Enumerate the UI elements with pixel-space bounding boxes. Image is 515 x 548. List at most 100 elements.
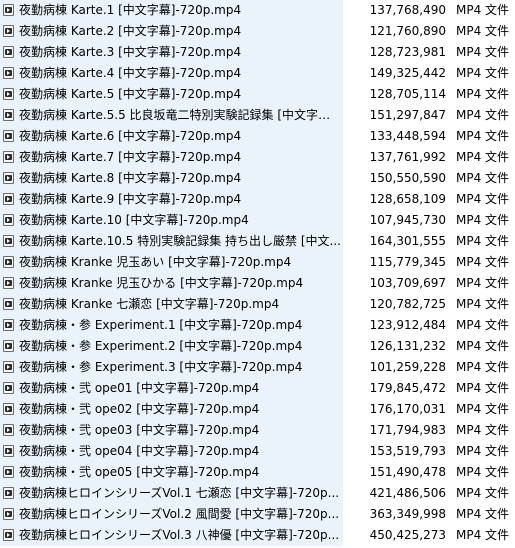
file-name: 夜勤病棟 Karte.8 [中文字幕]-720p.mp4	[19, 171, 242, 185]
name-cell: 夜勤病棟 Karte.9 [中文字幕]-720p.mp4	[0, 189, 343, 210]
file-row[interactable]: 夜勤病棟 Kranke 七瀬恋 [中文字幕]-720p.mp4 120,782,7…	[0, 294, 515, 315]
file-name: 夜勤病棟・参 Experiment.3 [中文字幕]-720p.mp4	[19, 360, 303, 374]
file-type: MP4 文件	[456, 486, 510, 500]
file-row[interactable]: 夜勤病棟 Karte.5 [中文字幕]-720p.mp4 128,705,114 M…	[0, 84, 515, 105]
file-type: MP4 文件	[456, 234, 510, 248]
file-type: MP4 文件	[456, 339, 510, 353]
file-row[interactable]: 夜勤病棟・弐 ope05 [中文字幕]-720p.mp4 151,490,478 M…	[0, 462, 515, 483]
name-cell: 夜勤病棟・弐 ope01 [中文字幕]-720p.mp4	[0, 378, 343, 399]
file-row[interactable]: 夜勤病棟・弐 ope01 [中文字幕]-720p.mp4 179,845,472 M…	[0, 378, 515, 399]
file-type: MP4 文件	[456, 402, 510, 416]
video-file-icon	[3, 529, 14, 541]
file-type: MP4 文件	[456, 192, 510, 206]
video-file-icon	[3, 67, 14, 79]
file-row[interactable]: 夜勤病棟・弐 ope03 [中文字幕]-720p.mp4 171,794,983 M…	[0, 420, 515, 441]
name-cell: 夜勤病棟 Karte.3 [中文字幕]-720p.mp4	[0, 42, 343, 63]
file-size: 115,779,345	[369, 255, 446, 269]
video-file-icon	[3, 193, 14, 205]
file-name: 夜勤病棟・参 Experiment.1 [中文字幕]-720p.mp4	[19, 318, 303, 332]
name-cell: 夜勤病棟・弐 ope05 [中文字幕]-720p.mp4	[0, 462, 343, 483]
file-row[interactable]: 夜勤病棟 Karte.6 [中文字幕]-720p.mp4 133,448,594 M…	[0, 126, 515, 147]
file-row[interactable]: 夜勤病棟ヒロインシリーズVol.1 七瀬恋 [中文字幕]-720p... 421,…	[0, 483, 515, 504]
file-name: 夜勤病棟 Karte.10.5 特別実験記録集 持ち出し厳禁 [中文...	[19, 234, 341, 248]
video-file-icon	[3, 382, 14, 394]
name-cell: 夜勤病棟 Karte.10 [中文字幕]-720p.mp4	[0, 210, 343, 231]
file-name: 夜勤病棟 Karte.1 [中文字幕]-720p.mp4	[19, 3, 242, 17]
video-file-icon	[3, 487, 14, 499]
name-cell: 夜勤病棟 Karte.6 [中文字幕]-720p.mp4	[0, 126, 343, 147]
name-cell: 夜勤病棟 Karte.5.5 比良坂竜二特別実験記録集 [中文字幕]...	[0, 105, 343, 126]
video-file-icon	[3, 298, 14, 310]
file-type: MP4 文件	[456, 507, 510, 521]
name-cell: 夜勤病棟 Kranke 七瀬恋 [中文字幕]-720p.mp4	[0, 294, 343, 315]
file-row[interactable]: 夜勤病棟 Karte.3 [中文字幕]-720p.mp4 128,723,981 M…	[0, 42, 515, 63]
file-name: 夜勤病棟・弐 ope02 [中文字幕]-720p.mp4	[19, 402, 260, 416]
file-type: MP4 文件	[456, 150, 510, 164]
video-file-icon	[3, 25, 14, 37]
file-size: 171,794,983	[369, 423, 446, 437]
file-type: MP4 文件	[456, 276, 510, 290]
file-size: 101,259,228	[369, 360, 446, 374]
file-name: 夜勤病棟 Karte.6 [中文字幕]-720p.mp4	[19, 129, 242, 143]
file-name: 夜勤病棟 Kranke 児玉あい [中文字幕]-720p.mp4	[19, 255, 292, 269]
file-row[interactable]: 夜勤病棟・弐 ope02 [中文字幕]-720p.mp4 176,170,031 M…	[0, 399, 515, 420]
video-file-icon	[3, 361, 14, 373]
file-type: MP4 文件	[456, 171, 510, 185]
video-file-icon	[3, 109, 14, 121]
file-row[interactable]: 夜勤病棟 Karte.1 [中文字幕]-720p.mp4 137,768,490 M…	[0, 0, 515, 21]
file-row[interactable]: 夜勤病棟ヒロインシリーズVol.3 八神優 [中文字幕]-720p... 450,…	[0, 525, 515, 546]
file-size: 128,705,114	[369, 87, 446, 101]
file-type: MP4 文件	[456, 213, 510, 227]
file-row[interactable]: 夜勤病棟 Kranke 児玉あい [中文字幕]-720p.mp4 115,779,…	[0, 252, 515, 273]
name-cell: 夜勤病棟 Karte.1 [中文字幕]-720p.mp4	[0, 0, 343, 21]
file-size: 149,325,442	[369, 66, 446, 80]
video-file-icon	[3, 466, 14, 478]
video-file-icon	[3, 4, 14, 16]
file-type: MP4 文件	[456, 108, 510, 122]
file-name: 夜勤病棟 Kranke 七瀬恋 [中文字幕]-720p.mp4	[19, 297, 280, 311]
file-type: MP4 文件	[456, 87, 510, 101]
video-file-icon	[3, 277, 14, 289]
file-row[interactable]: 夜勤病棟ヒロインシリーズVol.2 風間愛 [中文字幕]-720p... 363,…	[0, 504, 515, 525]
file-type: MP4 文件	[456, 528, 510, 542]
video-file-icon	[3, 445, 14, 457]
file-type: MP4 文件	[456, 360, 510, 374]
file-type: MP4 文件	[456, 423, 510, 437]
file-name: 夜勤病棟 Kranke 児玉ひかる [中文字幕]-720p.mp4	[19, 276, 304, 290]
file-name: 夜勤病棟 Karte.4 [中文字幕]-720p.mp4	[19, 66, 242, 80]
file-list: 夜勤病棟 Karte.1 [中文字幕]-720p.mp4 137,768,490 M…	[0, 0, 515, 548]
file-row[interactable]: 夜勤病棟・弐 ope04 [中文字幕]-720p.mp4 153,519,793 M…	[0, 441, 515, 462]
name-cell: 夜勤病棟 Karte.4 [中文字幕]-720p.mp4	[0, 63, 343, 84]
file-type: MP4 文件	[456, 24, 510, 38]
file-type: MP4 文件	[456, 3, 510, 17]
file-type: MP4 文件	[456, 45, 510, 59]
file-name: 夜勤病棟 Karte.3 [中文字幕]-720p.mp4	[19, 45, 242, 59]
file-row[interactable]: 夜勤病棟 Karte.2 [中文字幕]-720p.mp4 121,760,890 M…	[0, 21, 515, 42]
file-row[interactable]: 夜勤病棟・参 Experiment.1 [中文字幕]-720p.mp4 123,9…	[0, 315, 515, 336]
file-row[interactable]: 夜勤病棟 Karte.9 [中文字幕]-720p.mp4 128,658,109 M…	[0, 189, 515, 210]
file-size: 164,301,555	[369, 234, 446, 248]
file-row[interactable]: 夜勤病棟・参 Experiment.3 [中文字幕]-720p.mp4 101,2…	[0, 357, 515, 378]
file-row[interactable]: 夜勤病棟 Karte.10 [中文字幕]-720p.mp4 107,945,730…	[0, 210, 515, 231]
file-row[interactable]: 夜勤病棟 Karte.8 [中文字幕]-720p.mp4 150,550,590 M…	[0, 168, 515, 189]
file-type: MP4 文件	[456, 297, 510, 311]
file-name: 夜勤病棟・参 Experiment.2 [中文字幕]-720p.mp4	[19, 339, 303, 353]
file-type: MP4 文件	[456, 255, 510, 269]
file-row[interactable]: 夜勤病棟・参 Experiment.2 [中文字幕]-720p.mp4 126,1…	[0, 336, 515, 357]
file-name: 夜勤病棟 Karte.10 [中文字幕]-720p.mp4	[19, 213, 249, 227]
file-row[interactable]: 夜勤病棟 Karte.10.5 特別実験記録集 持ち出し厳禁 [中文... 164…	[0, 231, 515, 252]
file-name: 夜勤病棟・弐 ope03 [中文字幕]-720p.mp4	[19, 423, 260, 437]
file-type: MP4 文件	[456, 318, 510, 332]
file-size: 126,131,232	[369, 339, 446, 353]
file-size: 151,297,847	[369, 108, 446, 122]
file-name: 夜勤病棟 Karte.5 [中文字幕]-720p.mp4	[19, 87, 242, 101]
file-row[interactable]: 夜勤病棟 Karte.7 [中文字幕]-720p.mp4 137,761,992 M…	[0, 147, 515, 168]
file-row[interactable]: 夜勤病棟 Kranke 児玉ひかる [中文字幕]-720p.mp4 103,709…	[0, 273, 515, 294]
name-cell: 夜勤病棟・弐 ope03 [中文字幕]-720p.mp4	[0, 420, 343, 441]
file-size: 137,768,490	[369, 3, 446, 17]
file-row[interactable]: 夜勤病棟 Karte.5.5 比良坂竜二特別実験記録集 [中文字幕]... 151…	[0, 105, 515, 126]
file-size: 120,782,725	[369, 297, 446, 311]
file-row[interactable]: 夜勤病棟 Karte.4 [中文字幕]-720p.mp4 149,325,442 M…	[0, 63, 515, 84]
file-name: 夜勤病棟・弐 ope01 [中文字幕]-720p.mp4	[19, 381, 260, 395]
video-file-icon	[3, 256, 14, 268]
